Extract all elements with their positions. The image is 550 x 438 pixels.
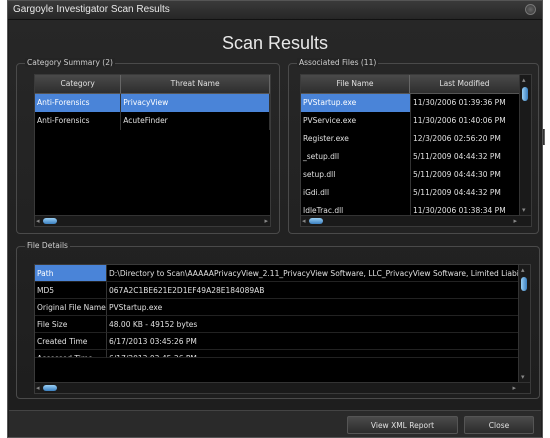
grid-header: File Name Last Modified: [301, 75, 520, 94]
detail-row-original-file-name[interactable]: Original File Name PVStartup.exe: [35, 299, 530, 316]
window-title: Gargoyle Investigator Scan Results: [13, 4, 170, 15]
detail-key: File Size: [35, 316, 107, 333]
scroll-thumb[interactable]: [309, 218, 323, 224]
horizontal-scrollbar[interactable]: ◂ ▸: [35, 215, 270, 226]
table-row[interactable]: setup.dll 5/11/2009 04:44:30 PM: [301, 166, 531, 184]
cell-file-name: Register.exe: [301, 130, 411, 148]
vertical-scrollbar[interactable]: ▴ ▾: [519, 75, 531, 216]
detail-row-md5[interactable]: MD5 067A2C1BE621E2D1EF49A28E184089AB: [35, 282, 530, 299]
detail-key: MD5: [35, 282, 107, 299]
detail-row-path[interactable]: Path D:\Directory to Scan\AAAAAPrivacyVi…: [35, 265, 530, 282]
column-header-last-modified[interactable]: Last Modified: [410, 75, 520, 93]
button-bar: View XML Report Close: [9, 410, 541, 437]
vertical-scrollbar[interactable]: ▴ ▾: [518, 265, 530, 383]
table-row[interactable]: PVStartup.exe 11/30/2006 01:39:36 PM: [301, 94, 531, 112]
detail-key: Original File Name: [35, 299, 107, 316]
scroll-thumb[interactable]: [522, 87, 528, 101]
table-row[interactable]: _setup.dll 5/11/2009 04:44:32 PM: [301, 148, 531, 166]
scan-results-window: Gargoyle Investigator Scan Results Scan …: [7, 0, 543, 438]
table-row[interactable]: iGdi.dll 5/11/2009 04:44:32 PM: [301, 184, 531, 202]
scroll-thumb[interactable]: [521, 277, 527, 291]
cell-last-modified: 5/11/2009 04:44:32 PM: [411, 148, 522, 166]
table-row[interactable]: PVService.exe 11/30/2006 01:40:06 PM: [301, 112, 531, 130]
detail-value: 48.00 KB - 49152 bytes: [107, 316, 521, 333]
scroll-left-icon[interactable]: ◂: [302, 217, 306, 225]
associated-files-label: Associated Files (11): [297, 58, 379, 67]
grid-header: Category Threat Name: [35, 75, 270, 94]
file-details-grid[interactable]: Path D:\Directory to Scan\AAAAAPrivacyVi…: [34, 264, 531, 394]
associated-files-group: Associated Files (11) File Name Last Mod…: [288, 58, 539, 234]
horizontal-scrollbar[interactable]: ◂ ▸: [35, 382, 530, 393]
scroll-left-icon[interactable]: ◂: [36, 384, 40, 392]
title-bar[interactable]: Gargoyle Investigator Scan Results: [8, 1, 542, 20]
cell-category: Anti-Forensics: [35, 94, 122, 112]
cell-last-modified: 5/11/2009 04:44:30 PM: [411, 166, 522, 184]
scroll-thumb[interactable]: [43, 218, 57, 224]
detail-key: Accessed Time: [35, 350, 107, 358]
file-details-label: File Details: [25, 241, 70, 250]
column-header-file-name[interactable]: File Name: [301, 75, 410, 93]
window-close-icon[interactable]: [525, 4, 536, 15]
cell-file-name: PVStartup.exe: [301, 94, 411, 112]
horizontal-scrollbar[interactable]: ◂ ▸: [301, 215, 531, 226]
column-header-threat-name[interactable]: Threat Name: [121, 75, 270, 93]
detail-row-created-time[interactable]: Created Time 6/17/2013 03:45:26 PM: [35, 333, 530, 350]
cell-file-name: iGdi.dll: [301, 184, 411, 202]
cell-category: Anti-Forensics: [35, 112, 122, 130]
detail-row-file-size[interactable]: File Size 48.00 KB - 49152 bytes: [35, 316, 530, 333]
detail-key: Path: [35, 265, 107, 282]
scroll-right-icon[interactable]: ▸: [513, 217, 517, 225]
associated-files-grid[interactable]: File Name Last Modified PVStartup.exe 11…: [300, 74, 532, 227]
scroll-down-icon[interactable]: ▾: [521, 373, 525, 381]
table-row[interactable]: Anti-Forensics AcuteFinder: [35, 112, 270, 130]
category-summary-label: Category Summary (2): [25, 58, 115, 67]
cell-last-modified: 12/3/2006 02:56:20 PM: [411, 130, 522, 148]
detail-value: D:\Directory to Scan\AAAAAPrivacyView_2.…: [107, 265, 521, 282]
scroll-left-icon[interactable]: ◂: [36, 217, 40, 225]
detail-value: 6/17/2013 03:45:26 PM: [107, 350, 521, 358]
cell-last-modified: 5/11/2009 04:44:32 PM: [411, 184, 522, 202]
page-title: Scan Results: [221, 33, 329, 53]
scroll-right-icon[interactable]: ▸: [264, 217, 268, 225]
scroll-right-icon[interactable]: ▸: [512, 384, 516, 392]
view-xml-report-button[interactable]: View XML Report: [347, 416, 458, 434]
window-content: Scan Results Category Summary (2) Catego…: [9, 20, 541, 437]
detail-row-accessed-time[interactable]: Accessed Time 6/17/2013 03:45:26 PM: [35, 350, 530, 358]
column-header-category[interactable]: Category: [35, 75, 122, 93]
cell-threat-name: PrivacyView: [121, 94, 270, 112]
detail-value: PVStartup.exe: [107, 299, 521, 316]
file-details-group: File Details Path D:\Directory to Scan\A…: [16, 241, 540, 399]
cell-threat-name: AcuteFinder: [121, 112, 270, 130]
cell-last-modified: 11/30/2006 01:40:06 PM: [411, 112, 522, 130]
detail-value: 067A2C1BE621E2D1EF49A28E184089AB: [107, 282, 521, 299]
scroll-thumb[interactable]: [43, 385, 57, 391]
cell-last-modified: 11/30/2006 01:39:36 PM: [411, 94, 522, 112]
cell-file-name: PVService.exe: [301, 112, 411, 130]
cell-file-name: setup.dll: [301, 166, 411, 184]
detail-value: 6/17/2013 03:45:26 PM: [107, 333, 521, 350]
scroll-up-icon[interactable]: ▴: [522, 76, 526, 84]
table-row[interactable]: Anti-Forensics PrivacyView: [35, 94, 270, 112]
scroll-down-icon[interactable]: ▾: [522, 206, 526, 214]
category-summary-grid[interactable]: Category Threat Name Anti-Forensics Priv…: [34, 74, 271, 227]
scroll-up-icon[interactable]: ▴: [521, 266, 525, 274]
category-summary-group: Category Summary (2) Category Threat Nam…: [16, 58, 280, 234]
close-button[interactable]: Close: [464, 416, 534, 434]
table-row[interactable]: Register.exe 12/3/2006 02:56:20 PM: [301, 130, 531, 148]
cell-file-name: _setup.dll: [301, 148, 411, 166]
detail-key: Created Time: [35, 333, 107, 350]
